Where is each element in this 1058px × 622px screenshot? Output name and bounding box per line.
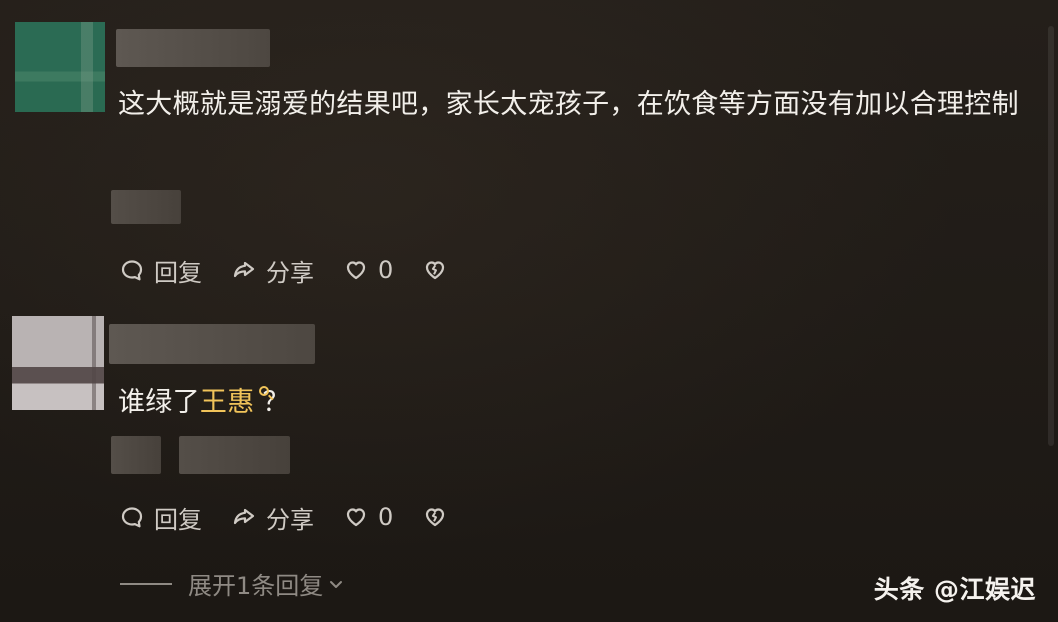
author-name-blurred[interactable] — [116, 29, 270, 67]
comment-bubble-icon — [118, 256, 146, 284]
like-count: 0 — [378, 503, 394, 531]
search-icon — [258, 386, 269, 396]
comment-text-prefix: 谁绿了 — [118, 387, 200, 418]
like-count: 0 — [378, 256, 394, 284]
comment-text: 这大概就是溺爱的结果吧，家长太宠孩子，在饮食等方面没有加以合理控制 — [118, 89, 1019, 120]
heart-icon — [342, 503, 370, 531]
broken-heart-icon — [421, 503, 449, 531]
share-arrow-icon — [230, 503, 258, 531]
expand-replies-label: 展开1条回复 — [188, 572, 324, 600]
comment-meta-blurred — [111, 190, 181, 224]
scrollbar[interactable] — [1048, 26, 1054, 446]
comment-meta-blurred — [111, 436, 161, 474]
expand-divider-line — [120, 582, 172, 585]
avatar[interactable] — [12, 316, 104, 410]
watermark: 头条 @江娱迟 — [873, 575, 1036, 604]
share-button[interactable]: 分享 — [230, 253, 314, 288]
dislike-button[interactable] — [421, 503, 449, 531]
mention-name: 王惠 — [199, 387, 255, 418]
like-button[interactable]: 0 — [342, 503, 393, 531]
broken-heart-icon — [421, 256, 449, 284]
reply-label: 回复 — [154, 258, 202, 287]
comment-bubble-icon — [118, 503, 146, 531]
share-label: 分享 — [266, 505, 314, 534]
heart-icon — [342, 256, 370, 284]
reply-button[interactable]: 回复 — [118, 500, 202, 535]
share-button[interactable]: 分享 — [230, 500, 314, 535]
comment-actions: 回复 分享 0 — [118, 499, 477, 535]
reply-button[interactable]: 回复 — [118, 253, 202, 288]
comment-text: 谁绿了王惠？ — [118, 376, 818, 430]
author-name-blurred[interactable] — [109, 324, 315, 364]
share-label: 分享 — [266, 258, 314, 287]
comment-meta-blurred — [179, 436, 290, 474]
mention-link[interactable]: 王惠 — [199, 376, 269, 430]
comment-actions: 回复 分享 0 — [118, 252, 477, 288]
expand-replies-button[interactable]: 展开1条回复 — [120, 566, 345, 601]
dislike-button[interactable] — [421, 256, 449, 284]
avatar[interactable] — [15, 22, 105, 112]
chevron-down-icon — [327, 575, 345, 593]
like-button[interactable]: 0 — [342, 256, 393, 284]
reply-label: 回复 — [154, 505, 202, 534]
comment-thread-screen: 这大概就是溺爱的结果吧，家长太宠孩子，在饮食等方面没有加以合理控制 回复 分享 — [0, 0, 1058, 622]
share-arrow-icon — [230, 256, 258, 284]
